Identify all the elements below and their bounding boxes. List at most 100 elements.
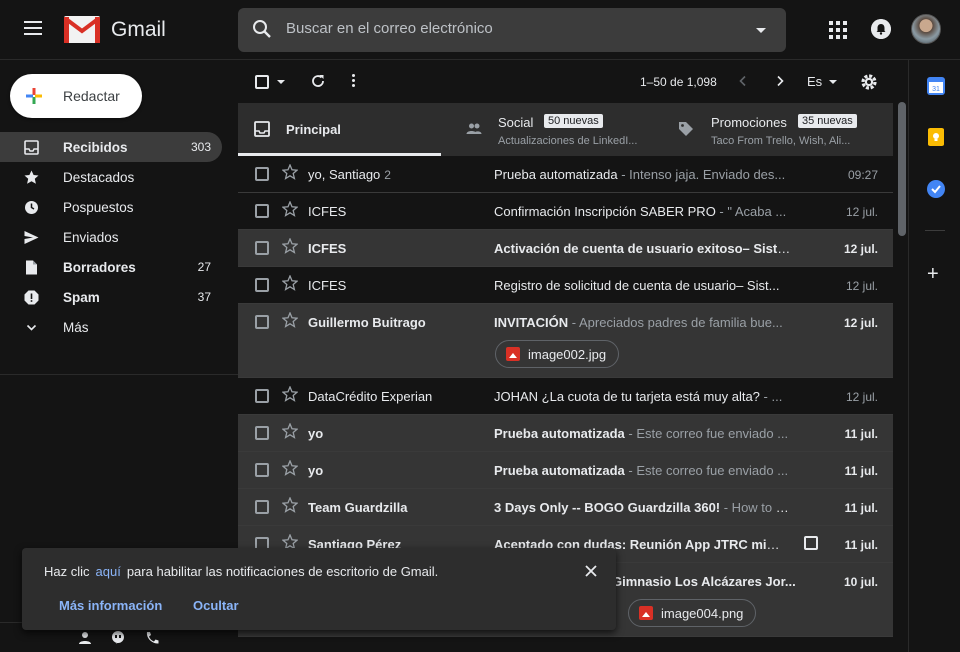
star-outline-icon[interactable] — [282, 497, 298, 513]
select-all-checkbox[interactable] — [255, 75, 269, 89]
star-outline-icon[interactable] — [282, 386, 298, 402]
close-icon[interactable] — [584, 564, 598, 578]
email-subject: INVITACIÓN - Apreciados padres de famili… — [494, 315, 783, 330]
email-row[interactable]: yo Prueba automatizada - Este correo fue… — [238, 452, 893, 489]
tab-label: Promociones — [711, 115, 787, 130]
sidebar-item-sent[interactable]: Enviados — [0, 222, 222, 252]
calendar-app-icon[interactable]: 31 — [927, 77, 945, 95]
hangouts-icon[interactable] — [111, 631, 125, 645]
refresh-icon[interactable] — [310, 73, 326, 89]
row-checkbox[interactable] — [255, 167, 269, 181]
attachment-chip[interactable]: image002.jpg — [495, 340, 620, 368]
desktop-notification-toast: Haz clic aquí para habilitar las notificac… — [22, 548, 616, 630]
tab-principal[interactable]: Principal — [238, 103, 441, 156]
email-date: 12 jul. — [845, 205, 878, 219]
hide-button[interactable]: Ocultar — [193, 598, 239, 613]
attachment-chip[interactable]: image004.png — [628, 599, 757, 627]
row-checkbox[interactable] — [255, 241, 269, 255]
email-subject: Confirmación Inscripción SABER PRO - " A… — [494, 204, 787, 219]
star-outline-icon[interactable] — [282, 275, 298, 291]
search-bar[interactable] — [238, 8, 786, 52]
email-row[interactable]: DataCrédito Experian JOHAN ¿La cuota de … — [238, 378, 893, 415]
tab-label: Principal — [286, 122, 341, 137]
star-outline-icon[interactable] — [282, 460, 298, 476]
row-checkbox[interactable] — [255, 315, 269, 329]
search-input[interactable] — [286, 20, 726, 37]
compose-button[interactable]: Redactar — [10, 74, 142, 118]
gmail-logo-icon[interactable] — [64, 16, 100, 43]
keep-app-icon[interactable] — [927, 128, 945, 146]
language-caret-icon[interactable] — [829, 80, 837, 84]
email-row[interactable]: ICFES Confirmación Inscripción SABER PRO… — [238, 193, 893, 230]
scrollbar-thumb[interactable] — [898, 102, 906, 236]
gear-icon[interactable] — [860, 73, 878, 91]
email-snippet: - ... — [759, 389, 783, 404]
email-date: 12 jul. — [843, 316, 878, 330]
email-sender: Team Guardzilla — [308, 500, 408, 515]
compose-plus-icon — [26, 88, 42, 104]
phone-icon[interactable] — [145, 631, 159, 645]
email-row[interactable]: ICFES Activación de cuenta de usuario ex… — [238, 230, 893, 267]
row-checkbox[interactable] — [255, 278, 269, 292]
toast-message: Haz clic aquí para habilitar las notificac… — [44, 564, 439, 579]
tab-social[interactable]: Social 50 nuevas Actualizaciones de Link… — [456, 103, 666, 156]
email-snippet: - " Acaba ... — [715, 204, 787, 219]
row-checkbox[interactable] — [255, 500, 269, 514]
star-icon — [24, 170, 39, 184]
star-outline-icon[interactable] — [282, 423, 298, 439]
more-options-icon[interactable] — [352, 74, 356, 88]
thread-count: 2 — [384, 168, 391, 182]
more-info-button[interactable]: Más información — [59, 598, 162, 613]
email-snippet: - Intenso jaja. Enviado des... — [617, 167, 786, 182]
attachment-name: image004.png — [661, 605, 744, 621]
svg-text:31: 31 — [932, 86, 940, 93]
email-sender: Guillermo Buitrago — [308, 315, 426, 330]
email-sender: yo, Santiago 2 — [308, 167, 391, 182]
select-options-caret-icon[interactable] — [277, 80, 285, 84]
sidebar-item-starred[interactable]: Destacados — [0, 162, 222, 192]
star-outline-icon[interactable] — [282, 164, 298, 180]
email-row[interactable]: Guillermo Buitrago INVITACIÓN - Apreciad… — [238, 304, 893, 378]
add-addon-icon[interactable]: + — [927, 263, 939, 286]
tab-promociones[interactable]: Promociones 35 nuevas Taco From Trello, … — [670, 103, 893, 156]
row-checkbox[interactable] — [255, 463, 269, 477]
row-checkbox[interactable] — [255, 426, 269, 440]
account-avatar[interactable] — [911, 14, 941, 44]
chevron-right-icon[interactable] — [774, 75, 786, 87]
sidebar-item-spam[interactable]: Spam 37 — [0, 282, 222, 312]
tab-subtitle: Actualizaciones de LinkedI... — [498, 135, 638, 147]
sidebar-item-drafts[interactable]: Borradores 27 — [0, 252, 222, 282]
sidebar-item-label: Destacados — [63, 170, 135, 185]
email-sender: yo — [308, 426, 324, 441]
row-checkbox[interactable] — [255, 204, 269, 218]
sidebar-item-inbox[interactable]: Recibidos 303 — [0, 132, 222, 162]
email-row[interactable]: yo Prueba automatizada - Este correo fue… — [238, 415, 893, 452]
tasks-app-icon[interactable] — [927, 180, 945, 198]
sidebar-item-count: 303 — [190, 140, 211, 154]
sidebar-item-label: Borradores — [63, 260, 136, 275]
contacts-icon[interactable] — [78, 631, 92, 645]
sidebar-item-count: 27 — [197, 260, 211, 274]
email-subject: Activación de cuenta de usuario exitoso–… — [494, 241, 794, 256]
star-outline-icon[interactable] — [282, 312, 298, 328]
star-outline-icon[interactable] — [282, 238, 298, 254]
input-language-selector[interactable]: Es — [807, 74, 822, 89]
email-row[interactable]: ICFES Registro de solicitud de cuenta de… — [238, 267, 893, 304]
chevron-left-icon[interactable] — [737, 75, 749, 87]
sidebar-item-more[interactable]: Más — [0, 312, 222, 342]
search-icon[interactable] — [252, 19, 272, 39]
main-menu-icon[interactable] — [24, 21, 42, 35]
apps-grid-icon[interactable] — [829, 21, 847, 39]
sidebar-item-snoozed[interactable]: Pospuestos — [0, 192, 222, 222]
chevron-down-icon — [26, 324, 37, 331]
calendar-icon — [804, 536, 818, 550]
email-subject: 3 Days Only -- BOGO Guardzilla 360! - Ho… — [494, 500, 794, 515]
row-checkbox[interactable] — [255, 389, 269, 403]
enable-notifications-link[interactable]: aquí — [96, 564, 121, 579]
search-options-caret-icon[interactable] — [756, 28, 766, 33]
email-row[interactable]: Team Guardzilla 3 Days Only -- BOGO Guar… — [238, 489, 893, 526]
notifications-icon[interactable] — [871, 19, 891, 39]
star-outline-icon[interactable] — [282, 201, 298, 217]
email-sender: ICFES — [308, 204, 347, 219]
email-row[interactable]: yo, Santiago 2 Prueba automatizada - Inte… — [238, 156, 893, 193]
